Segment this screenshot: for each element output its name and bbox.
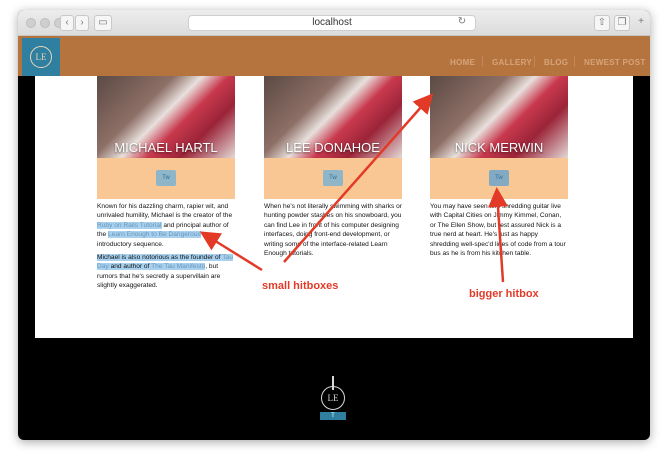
- arrow-to-michael-links: [199, 231, 263, 272]
- annotation-arrows: [199, 93, 508, 283]
- annotation-small-hitboxes: small hitboxes: [262, 280, 339, 292]
- arrow-to-nick-twitter: [488, 187, 508, 283]
- annotation-bigger-hitbox: bigger hitbox: [469, 288, 539, 300]
- arrow-to-lee-links: [283, 93, 434, 263]
